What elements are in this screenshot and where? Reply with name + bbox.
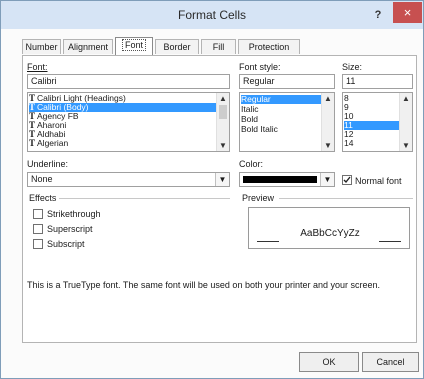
size-item[interactable]: 14 [344, 139, 399, 148]
font-style-scrollbar[interactable]: ▲ ▼ [321, 93, 334, 151]
preview-label: Preview [242, 193, 275, 203]
subscript-checkbox[interactable] [33, 239, 43, 249]
help-button[interactable]: ? [367, 5, 389, 25]
tab-font-label: Font [121, 39, 146, 51]
format-cells-dialog: Format Cells ? × Number Alignment Font B… [0, 0, 424, 379]
font-input[interactable]: Calibri [27, 74, 230, 89]
size-input[interactable]: 11 [342, 74, 413, 89]
color-swatch [243, 176, 317, 183]
scroll-down-icon[interactable]: ▼ [217, 140, 229, 151]
font-style-item[interactable]: Italic [241, 105, 321, 114]
tab-number[interactable]: Number [22, 39, 61, 54]
size-label: Size: [342, 62, 363, 72]
scroll-up-icon[interactable]: ▲ [217, 93, 229, 104]
scroll-down-icon[interactable]: ▼ [322, 140, 334, 151]
tab-protection[interactable]: Protection [238, 39, 300, 54]
size-scrollbar[interactable]: ▲ ▼ [399, 93, 412, 151]
cancel-button[interactable]: Cancel [362, 352, 419, 372]
font-label: Font: [27, 62, 48, 72]
title-bar: Format Cells ? × [1, 1, 423, 29]
strikethrough-checkbox[interactable] [33, 209, 43, 219]
preview-divider [279, 198, 413, 199]
baseline-left [257, 241, 279, 242]
effects-divider [59, 198, 230, 199]
effects-label: Effects [29, 193, 57, 203]
size-item[interactable]: 8 [344, 94, 399, 103]
ok-button[interactable]: OK [299, 352, 359, 372]
underline-value: None [31, 174, 53, 184]
checkmark-icon [343, 176, 351, 184]
preview-sample: AaBbCcYyZz [300, 228, 360, 239]
font-style-item[interactable]: Bold Italic [241, 125, 321, 134]
preview-box: AaBbCcYyZz [248, 207, 410, 249]
underline-select[interactable]: None ▼ [27, 172, 230, 187]
scroll-up-icon[interactable]: ▲ [322, 93, 334, 104]
superscript-label: Superscript [47, 224, 93, 234]
truetype-icon: T [29, 138, 36, 148]
font-list-item[interactable]: T Algerian [29, 139, 217, 148]
underline-label: Underline: [27, 159, 69, 169]
font-style-item[interactable]: Bold [241, 115, 321, 124]
baseline-right [379, 241, 401, 242]
scroll-thumb[interactable] [219, 105, 227, 119]
color-label: Color: [239, 159, 264, 169]
color-picker[interactable]: ▼ [239, 172, 335, 187]
tab-border[interactable]: Border [155, 39, 199, 54]
font-style-input[interactable]: Regular [239, 74, 335, 89]
font-style-label: Font style: [239, 62, 281, 72]
font-info-text: This is a TrueType font. The same font w… [27, 280, 381, 290]
scroll-down-icon[interactable]: ▼ [400, 140, 412, 151]
dialog-title: Format Cells [177, 8, 246, 22]
normal-font-checkbox[interactable] [342, 175, 352, 185]
font-list-scrollbar[interactable]: ▲ ▼ [216, 93, 229, 151]
size-list[interactable]: 8 9 10 11 12 14 ▲ ▼ [342, 92, 413, 152]
chevron-down-icon[interactable]: ▼ [320, 173, 334, 186]
close-button[interactable]: × [393, 2, 422, 23]
subscript-label: Subscript [47, 239, 85, 249]
tab-alignment[interactable]: Alignment [63, 39, 113, 54]
scroll-up-icon[interactable]: ▲ [400, 93, 412, 104]
font-list[interactable]: T Calibri Light (Headings) T Calibri (Body… [27, 92, 230, 152]
normal-font-label: Normal font [355, 176, 402, 186]
strikethrough-label: Strikethrough [47, 209, 101, 219]
tab-font[interactable]: Font [115, 37, 153, 55]
chevron-down-icon[interactable]: ▼ [215, 173, 229, 186]
tab-fill[interactable]: Fill [201, 39, 236, 54]
superscript-checkbox[interactable] [33, 224, 43, 234]
font-style-item[interactable]: Regular [241, 95, 321, 104]
font-style-list[interactable]: Regular Italic Bold Bold Italic ▲ ▼ [239, 92, 335, 152]
